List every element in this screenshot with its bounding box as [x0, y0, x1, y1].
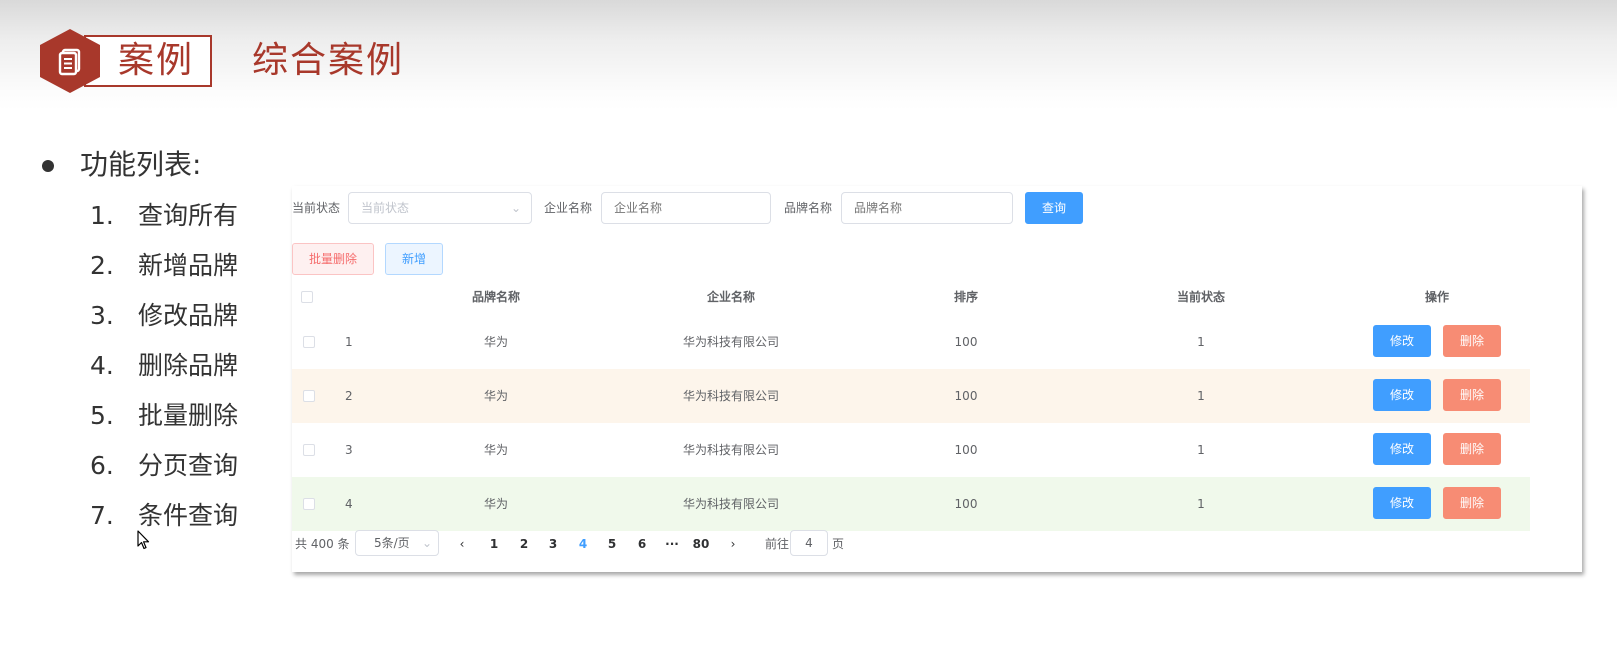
feature-item: 3. 修改品牌 — [90, 301, 239, 330]
ordered-cell: 100 — [954, 497, 978, 511]
page-number[interactable]: 3 — [549, 536, 557, 552]
table-row: 4 华为 华为科技有限公司 100 1 修改 删除 — [292, 477, 1530, 531]
edit-button[interactable]: 修改 — [1373, 325, 1431, 357]
edit-button[interactable]: 修改 — [1373, 379, 1431, 411]
page-number[interactable]: 5 — [608, 536, 616, 552]
feature-list-title: 功能列表: — [80, 148, 202, 181]
brand-cell: 华为 — [483, 389, 509, 403]
page-size-select[interactable]: 5条/页 ⌄ — [355, 530, 439, 556]
bullet-icon — [42, 160, 54, 172]
feature-item: 2. 新增品牌 — [90, 251, 239, 280]
ordered-cell: 100 — [954, 443, 978, 457]
company-input[interactable] — [601, 192, 771, 224]
feature-item: 1. 查询所有 — [90, 201, 239, 230]
table-row: 2 华为 华为科技有限公司 100 1 修改 删除 — [292, 369, 1530, 423]
company-cell: 华为科技有限公司 — [682, 335, 780, 349]
status-cell: 1 — [1197, 335, 1205, 349]
edit-button[interactable]: 修改 — [1373, 433, 1431, 465]
add-button[interactable]: 新增 — [385, 243, 443, 275]
feature-item: 5. 批量删除 — [90, 401, 239, 430]
pagination-total: 共 400 条 — [295, 537, 350, 551]
feature-item: 4. 删除品牌 — [90, 351, 239, 380]
slide-header-background — [0, 0, 1617, 110]
status-cell: 1 — [1197, 443, 1205, 457]
feature-item: 7. 条件查询 — [90, 501, 239, 530]
row-checkbox[interactable] — [303, 336, 315, 348]
brand-cell: 华为 — [483, 443, 509, 457]
delete-button[interactable]: 删除 — [1443, 433, 1501, 465]
row-index: 1 — [345, 335, 353, 349]
table-row: 3 华为 华为科技有限公司 100 1 修改 删除 — [292, 423, 1530, 477]
edit-button[interactable]: 修改 — [1373, 487, 1431, 519]
column-header-company: 企业名称 — [706, 290, 756, 304]
status-cell: 1 — [1197, 497, 1205, 511]
column-header-ordered: 排序 — [953, 290, 979, 304]
brand-cell: 华为 — [483, 335, 509, 349]
feature-item: 6. 分页查询 — [90, 451, 239, 480]
document-icon — [40, 29, 100, 93]
brand-label: 品牌名称 — [784, 201, 833, 215]
slide-title: 综合案例 — [252, 40, 405, 81]
row-index: 4 — [345, 497, 353, 511]
company-cell: 华为科技有限公司 — [682, 443, 780, 457]
page-number[interactable]: 1 — [490, 536, 498, 552]
select-all-checkbox[interactable] — [301, 291, 313, 303]
page-number[interactable]: 6 — [638, 536, 646, 552]
row-index: 3 — [345, 443, 353, 457]
page-suffix-label: 页 — [832, 537, 845, 551]
chevron-down-icon: ⌄ — [510, 201, 521, 215]
brand-cell: 华为 — [483, 497, 509, 511]
delete-button[interactable]: 删除 — [1443, 379, 1501, 411]
column-header-status: 当前状态 — [1176, 290, 1226, 304]
goto-label: 前往 — [765, 537, 790, 551]
page-number-last[interactable]: 80 — [693, 536, 710, 552]
chevron-left-icon[interactable]: ‹ — [460, 536, 465, 552]
ordered-cell: 100 — [954, 389, 978, 403]
brand-management-panel: 当前状态 当前状态 ⌄ 企业名称 品牌名称 查询 批量删除 新增 品牌名称 企业… — [292, 186, 1582, 572]
row-checkbox[interactable] — [303, 498, 315, 510]
batch-delete-button[interactable]: 批量删除 — [292, 243, 374, 275]
delete-button[interactable]: 删除 — [1443, 325, 1501, 357]
chevron-down-icon: ⌄ — [421, 536, 432, 550]
row-checkbox[interactable] — [303, 444, 315, 456]
brand-input[interactable] — [841, 192, 1013, 224]
status-label: 当前状态 — [292, 201, 341, 215]
row-checkbox[interactable] — [303, 390, 315, 402]
column-header-brand: 品牌名称 — [471, 290, 521, 304]
row-index: 2 — [345, 389, 353, 403]
ordered-cell: 100 — [954, 335, 978, 349]
delete-button[interactable]: 删除 — [1443, 487, 1501, 519]
column-header-actions: 操作 — [1424, 290, 1450, 304]
goto-page-input[interactable] — [790, 530, 828, 556]
company-cell: 华为科技有限公司 — [682, 497, 780, 511]
company-label: 企业名称 — [544, 201, 593, 215]
page-number-current[interactable]: 4 — [579, 536, 587, 552]
case-badge-label: 案例 — [118, 40, 195, 81]
status-cell: 1 — [1197, 389, 1205, 403]
chevron-right-icon[interactable]: › — [731, 536, 736, 552]
query-button[interactable]: 查询 — [1025, 192, 1083, 224]
pagination-ellipsis[interactable]: ··· — [665, 536, 679, 552]
table-row: 1 华为 华为科技有限公司 100 1 修改 删除 — [292, 315, 1530, 369]
status-select[interactable]: 当前状态 ⌄ — [348, 192, 532, 224]
company-cell: 华为科技有限公司 — [682, 389, 780, 403]
page-number[interactable]: 2 — [520, 536, 528, 552]
